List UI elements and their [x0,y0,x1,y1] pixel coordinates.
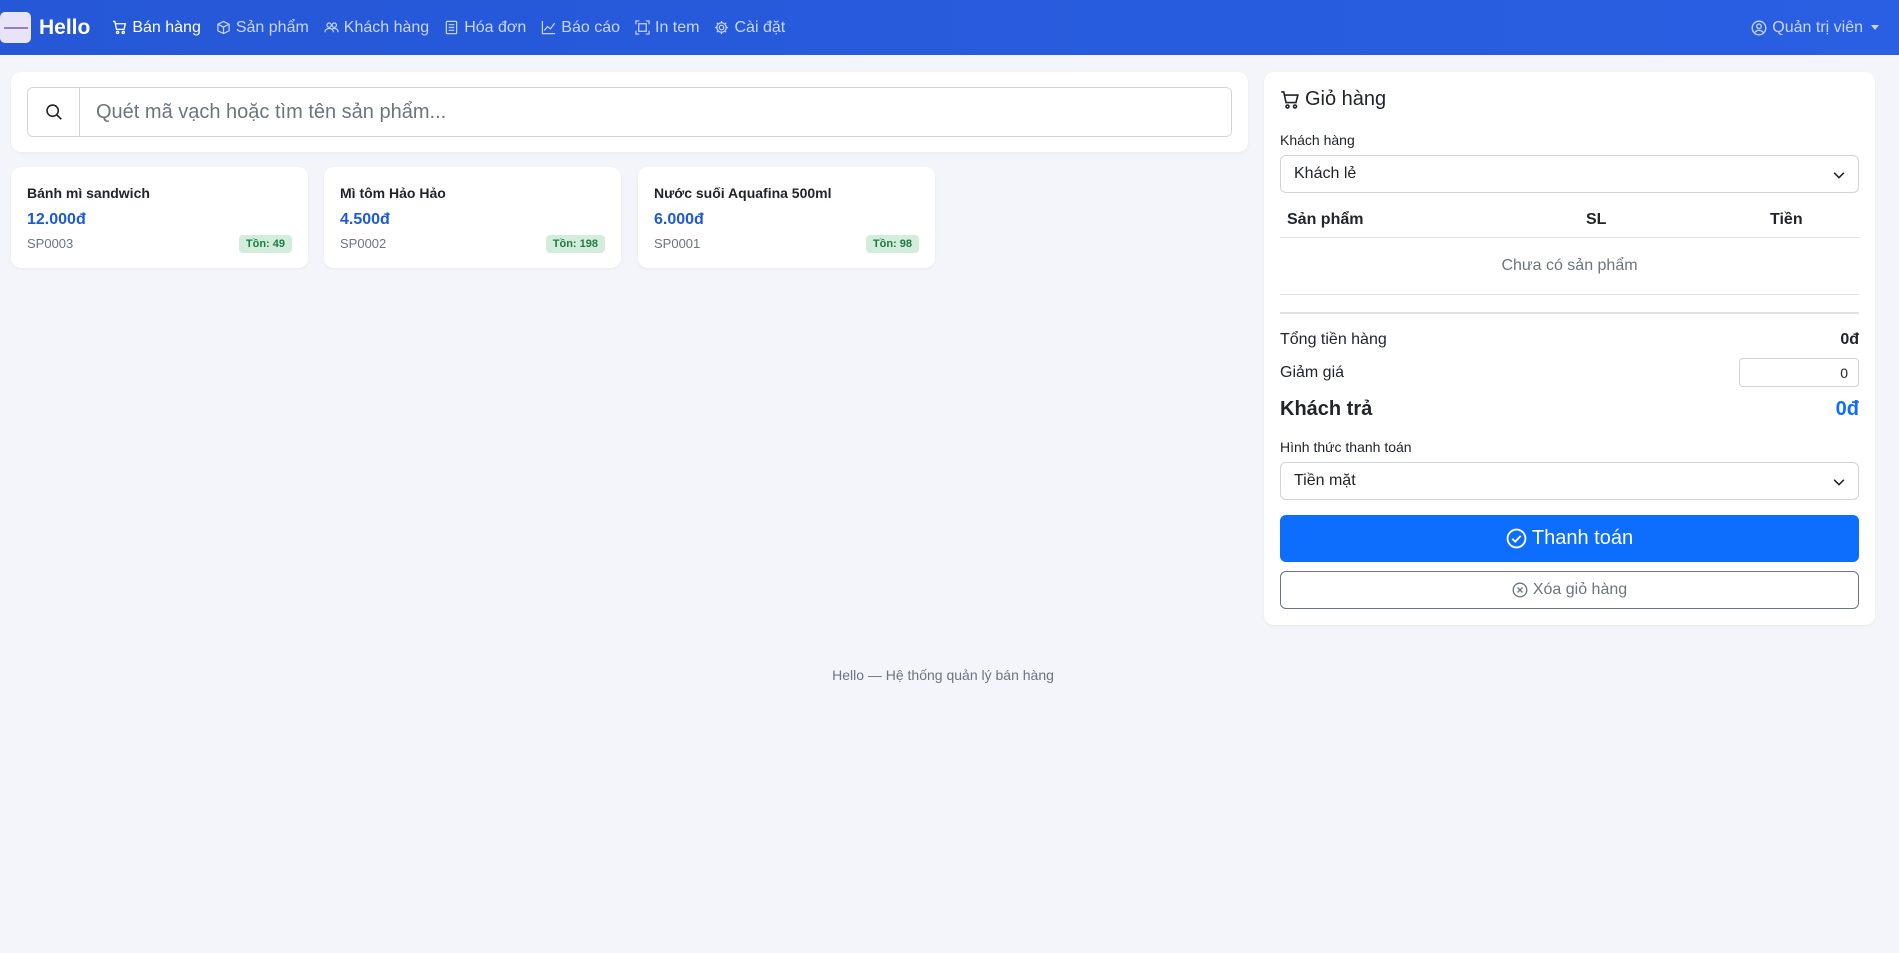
nav-item-khach-hang[interactable]: Khách hàng [324,19,429,37]
subtotal-label: Tổng tiền hàng [1280,331,1387,348]
payment-method-select[interactable]: Tiền mặt [1280,462,1859,500]
discount-row: Giảm giá [1280,358,1859,387]
clear-cart-button-label: Xóa giỏ hàng [1532,581,1628,598]
footer-text: Hello — Hệ thống quản lý bán hàng [832,667,1054,683]
cart-empty-message: Chưa có sản phẩm [1280,238,1859,295]
brand-name[interactable]: Hello [39,16,90,40]
nav-item-ban-hang[interactable]: Bán hàng [112,19,201,37]
x-circle-icon [1512,582,1528,598]
subtotal-row: Tổng tiền hàng 0đ [1280,331,1859,349]
nav-label: Khách hàng [343,18,430,36]
nav-item-san-pham[interactable]: Sản phẩm [216,19,309,37]
divider [1280,312,1859,314]
discount-label: Giảm giá [1280,363,1345,381]
user-name: Quản trị viên [1772,18,1863,36]
subtotal-value: 0đ [1840,331,1859,348]
user-circle-icon [1751,20,1767,35]
search-icon [28,88,80,136]
product-sku: SP0002 [340,236,387,251]
box-icon [217,20,230,35]
cart-icon [1281,90,1299,109]
chevron-down-icon [1833,172,1845,179]
search-group [27,87,1232,137]
nav-label: Bán hàng [132,18,201,36]
nav-label: Báo cáo [561,18,621,36]
product-name: Mì tôm Hảo Hảo [340,185,446,201]
product-name: Nước suối Aquafina 500ml [654,185,832,201]
people-icon [324,22,339,33]
discount-input[interactable] [1739,358,1859,387]
nav-item-hoa-don[interactable]: Hóa đơn [444,19,526,37]
nav-item-bao-cao[interactable]: Báo cáo [541,19,620,37]
cart-title-label: Giỏ hàng [1305,88,1387,110]
column-header-product: Sản phẩm [1287,211,1364,228]
nav-label: Sản phẩm [235,18,309,36]
barcode-scan-icon [635,20,650,35]
nav-label: Hóa đơn [464,18,527,36]
chart-line-icon [542,20,556,35]
column-header-amount: Tiền [1770,211,1803,228]
customer-select[interactable]: Khách lẻ [1280,155,1859,193]
cart-title: Giỏ hàng [1280,88,1386,111]
total-value: 0đ [1835,398,1859,420]
search-input[interactable] [80,88,1231,136]
product-name: Bánh mì sandwich [27,185,150,201]
nav-item-cai-dat[interactable]: Cài đặt [714,19,785,37]
clear-cart-button[interactable]: Xóa giỏ hàng [1280,571,1859,609]
user-menu[interactable]: Quản trị viên [1751,0,1879,55]
stock-badge: Tồn: 198 [545,235,605,253]
receipt-icon [445,20,458,35]
total-label: Khách trả [1280,398,1373,420]
product-price: 6.000đ [654,211,704,228]
product-card[interactable]: Bánh mì sandwich 12.000đ SP0003 Tồn: 49 [11,167,308,268]
customer-label: Khách hàng [1280,132,1355,148]
search-card [11,72,1248,152]
stock-badge: Tồn: 98 [865,235,919,253]
nav-label: In tem [655,18,700,36]
chevron-down-icon [1871,25,1879,30]
product-card[interactable]: Nước suối Aquafina 500ml 6.000đ SP0001 T… [638,167,935,268]
total-row: Khách trả 0đ [1280,398,1859,421]
nav-label: Cài đặt [734,18,786,36]
cart-table-header: Sản phẩm SL Tiền [1280,208,1859,238]
payment-method-label: Hình thức thanh toán [1280,439,1412,455]
product-price: 12.000đ [27,211,86,228]
cart-panel: Giỏ hàng Khách hàng Khách lẻ Sản phẩm SL… [1264,72,1875,625]
brand-logo[interactable] [0,12,31,43]
column-header-quantity: SL [1586,211,1607,228]
gear-icon [715,20,729,35]
chevron-down-icon [1833,479,1845,486]
customer-select-value: Khách lẻ [1294,165,1357,182]
check-circle-icon [1506,528,1527,549]
stock-badge: Tồn: 49 [238,235,292,253]
product-sku: SP0003 [27,236,74,251]
product-sku: SP0001 [654,236,701,251]
product-card[interactable]: Mì tôm Hảo Hảo 4.500đ SP0002 Tồn: 198 [324,167,621,268]
payment-method-value: Tiền mặt [1294,472,1356,489]
checkout-button-label: Thanh toán [1531,527,1634,549]
checkout-button[interactable]: Thanh toán [1280,515,1859,562]
navbar: Hello Bán hàng Sản phẩm Khách hàng Hóa đ… [0,0,1899,55]
nav-item-in-tem[interactable]: In tem [635,19,699,37]
product-price: 4.500đ [340,211,390,228]
cart-icon [113,20,127,35]
